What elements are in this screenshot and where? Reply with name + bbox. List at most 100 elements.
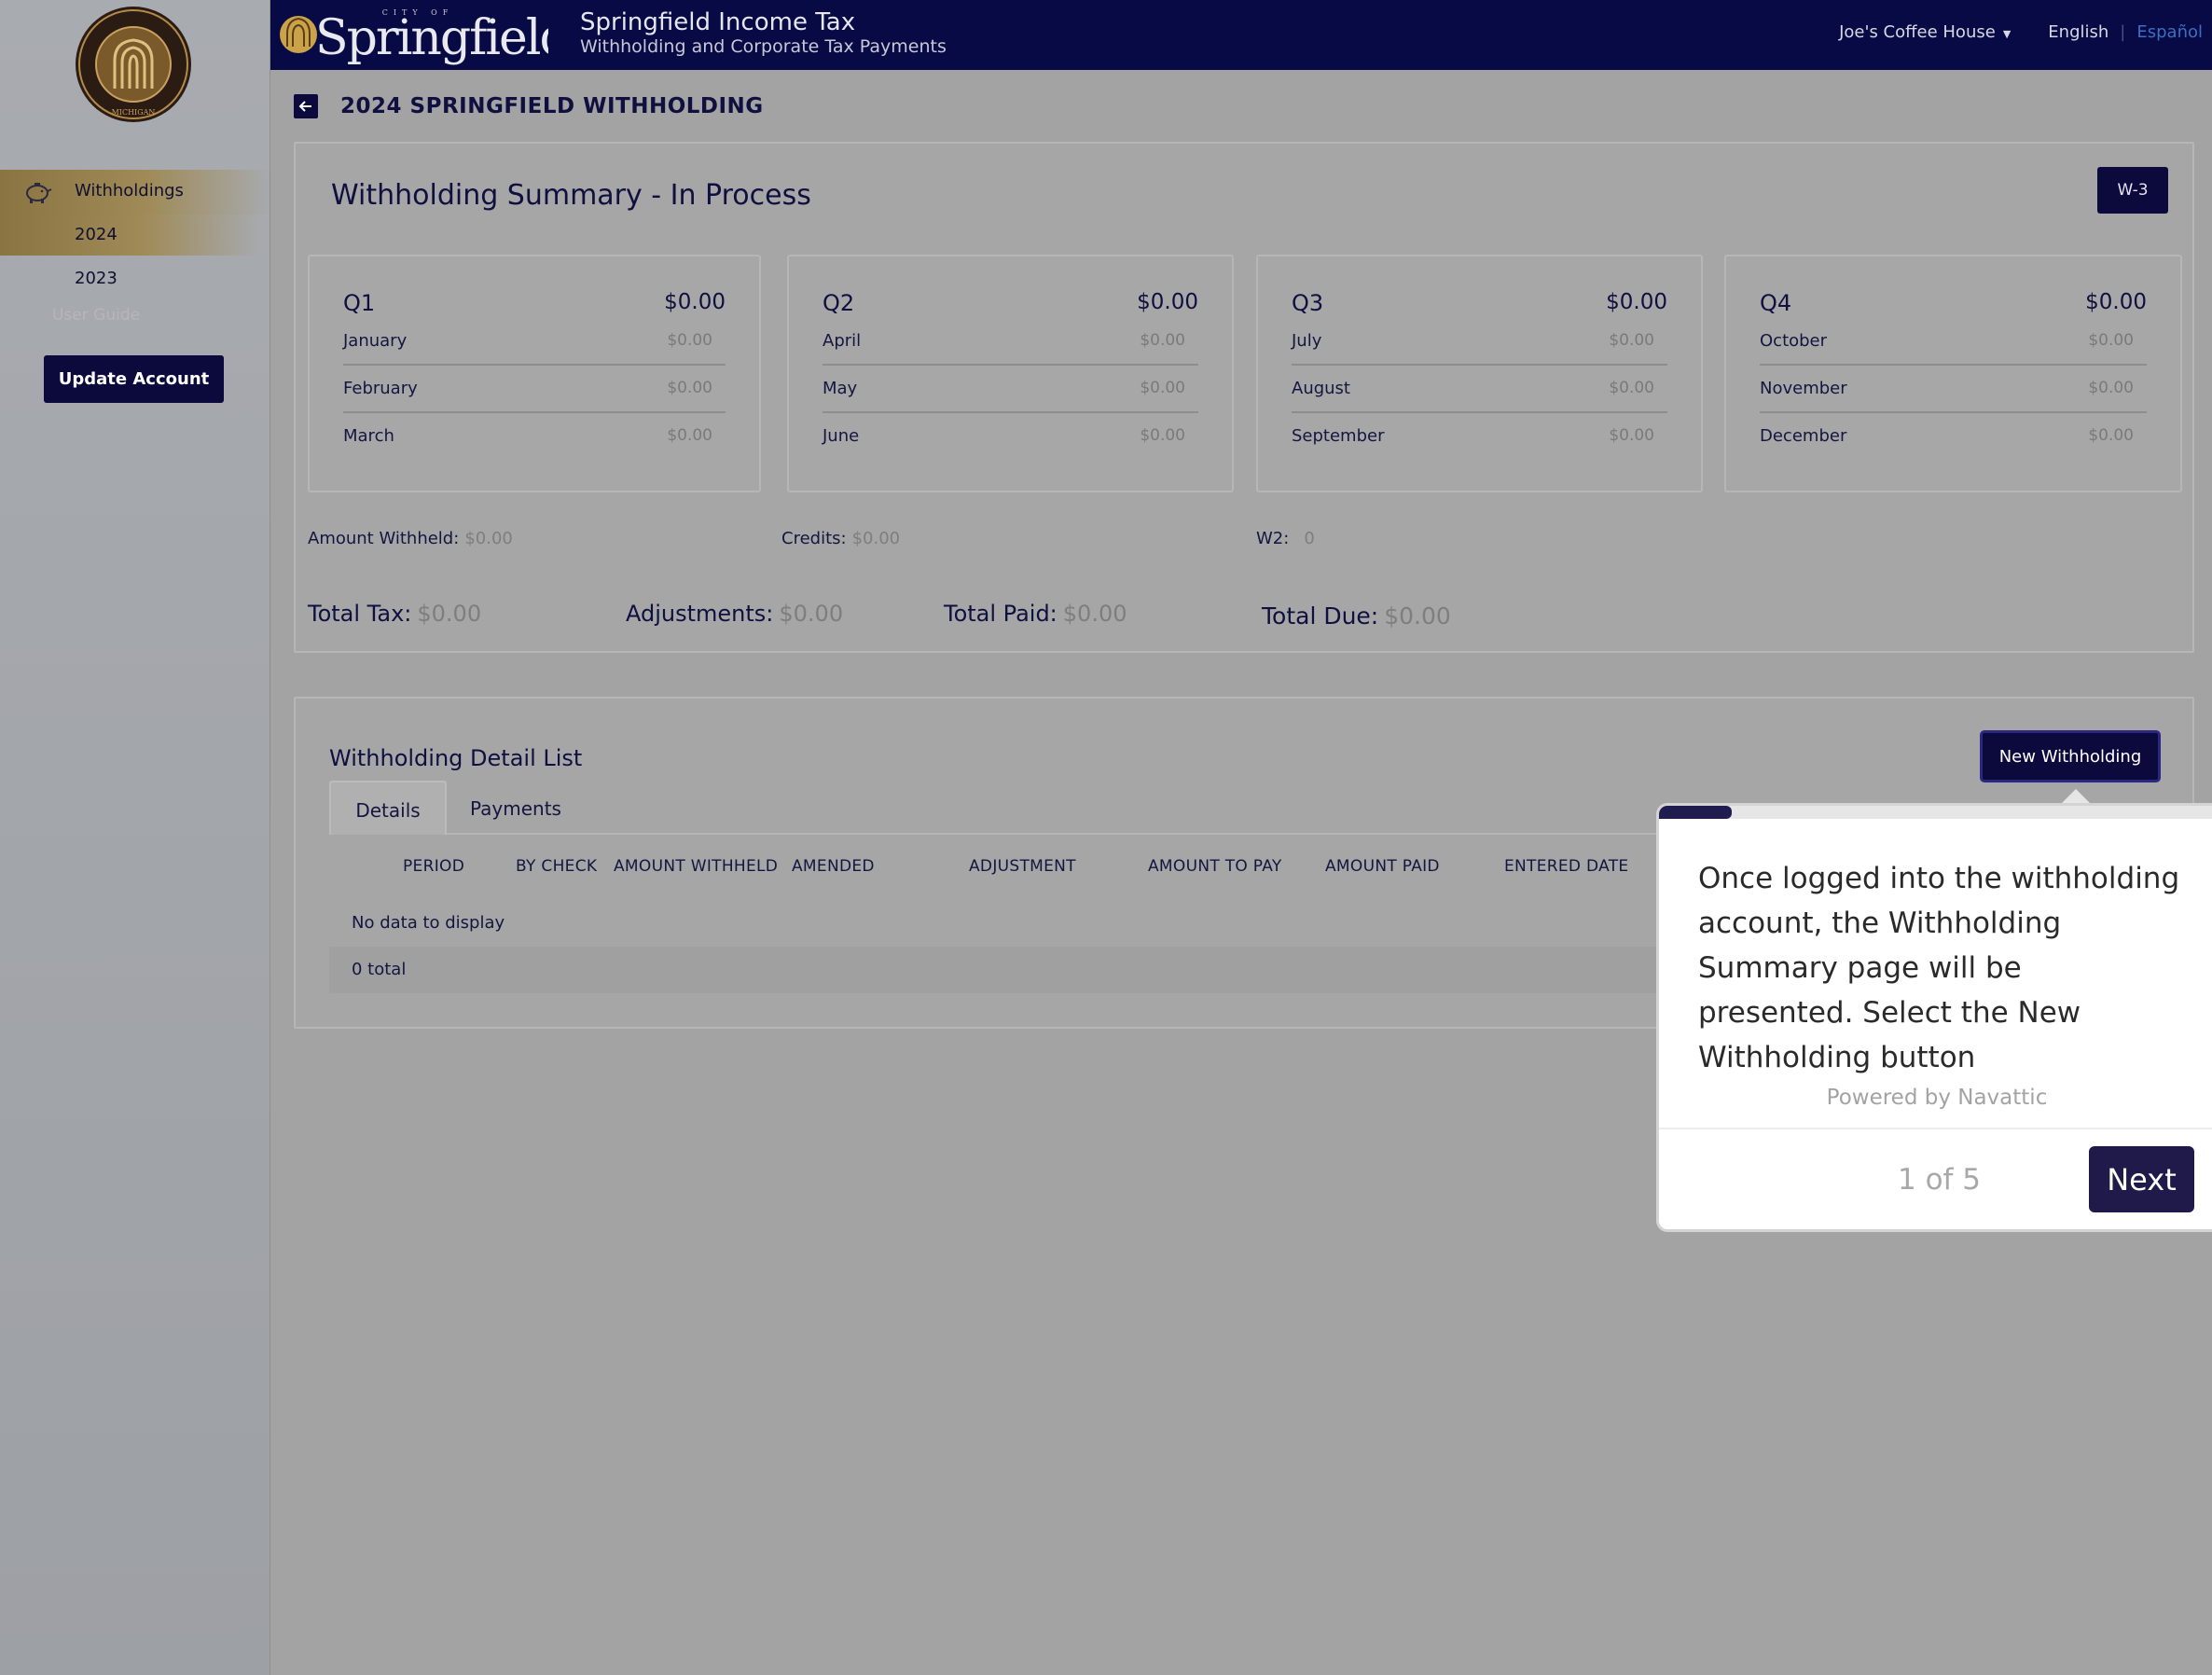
quarter-total: $0.00 — [1137, 290, 1198, 314]
seal-state-text: MICHIGAN — [112, 108, 156, 117]
quarter-name: Q3 — [1292, 290, 1324, 316]
credits-stat: Credits: $0.00 — [781, 529, 900, 548]
app-title: Springfield Income Tax — [580, 8, 856, 36]
month-name: March — [343, 426, 394, 446]
language-separator: | — [2120, 22, 2126, 42]
stat-label: Credits: — [781, 529, 847, 548]
month-value: $0.00 — [667, 379, 712, 397]
tab-payments[interactable]: Payments — [450, 781, 581, 835]
tab-details[interactable]: Details — [329, 781, 447, 835]
sidebar-item-withholdings[interactable]: Withholdings — [0, 170, 270, 215]
new-withholding-button[interactable]: New Withholding — [1980, 730, 2161, 782]
tour-popover: Once logged into the withholding account… — [1656, 803, 2212, 1232]
sidebar-item-label: Withholdings — [75, 181, 184, 201]
stat-label: W2: — [1256, 529, 1290, 548]
quarter-card-q1: Q1 $0.00 January $0.00 February $0.00 Marc… — [308, 255, 761, 492]
month-row: May $0.00 — [823, 366, 1198, 413]
sidebar-item-label: 2024 — [75, 225, 118, 244]
month-row: July $0.00 — [1292, 318, 1667, 366]
table-total-count: 0 total — [352, 960, 407, 979]
month-value: $0.00 — [1140, 331, 1185, 350]
powered-by-navattic[interactable]: Powered by Navattic — [1659, 1086, 2212, 1110]
update-account-button[interactable]: Update Account — [44, 355, 224, 403]
detail-list-title: Withholding Detail List — [329, 745, 583, 771]
column-header-amount-withheld[interactable]: AMOUNT WITHHELD — [614, 857, 778, 876]
total-label: Adjustments: — [626, 601, 774, 627]
withholding-summary-card: Withholding Summary - In Process W-3 Q1 … — [294, 142, 2194, 653]
month-row: August $0.00 — [1292, 366, 1667, 413]
w2-stat: W2: 0 — [1256, 529, 1315, 548]
caret-down-icon: ▼ — [2002, 28, 2012, 40]
month-value: $0.00 — [667, 426, 712, 445]
column-header-entered-date[interactable]: ENTERED DATE — [1504, 857, 1628, 876]
column-header-by-check[interactable]: BY CHECK — [516, 857, 597, 876]
month-name: October — [1760, 331, 1828, 351]
total-label: Total Tax: — [308, 601, 412, 627]
month-value: $0.00 — [1609, 331, 1654, 350]
tour-step-counter: 1 of 5 — [1898, 1163, 1982, 1197]
month-row: March $0.00 — [343, 413, 726, 461]
sidebar-item-user-guide[interactable]: User Guide — [52, 306, 140, 325]
w3-button[interactable]: W-3 — [2097, 167, 2168, 214]
total-value: $0.00 — [1384, 602, 1451, 630]
month-row: April $0.00 — [823, 318, 1198, 366]
month-value: $0.00 — [2088, 331, 2134, 350]
stat-label: Amount Withheld: — [308, 529, 460, 548]
month-name: December — [1760, 426, 1847, 446]
language-spanish-link[interactable]: Español — [2136, 22, 2203, 42]
month-row: November $0.00 — [1760, 366, 2147, 413]
popover-arrow — [2061, 789, 2091, 804]
month-value: $0.00 — [2088, 379, 2134, 397]
quarter-card-q4: Q4 $0.00 October $0.00 November $0.00 Dece… — [1724, 255, 2182, 492]
logo-text: Springfield — [315, 10, 548, 65]
month-name: April — [823, 331, 862, 351]
column-header-amount-to-pay[interactable]: AMOUNT TO PAY — [1148, 857, 1282, 876]
stat-value: $0.00 — [464, 529, 513, 548]
month-value: $0.00 — [1609, 426, 1654, 445]
quarter-card-q3: Q3 $0.00 July $0.00 August $0.00 September… — [1256, 255, 1703, 492]
springfield-logo: CITY OF Springfield — [280, 8, 548, 65]
quarter-total: $0.00 — [1606, 290, 1667, 314]
month-row: June $0.00 — [823, 413, 1198, 461]
back-button[interactable] — [294, 94, 318, 118]
column-header-amount-paid[interactable]: AMOUNT PAID — [1325, 857, 1440, 876]
month-name: August — [1292, 379, 1350, 398]
month-row: December $0.00 — [1760, 413, 2147, 461]
arrow-left-icon — [298, 101, 311, 112]
page-title: 2024 SPRINGFIELD WITHHOLDING — [340, 94, 764, 118]
sidebar: MICHIGAN Withholdings 2024 2023 User Gui… — [0, 0, 270, 1675]
month-name: July — [1292, 331, 1322, 351]
total-label: Total Paid: — [944, 601, 1058, 627]
month-name: November — [1760, 379, 1847, 398]
amount-withheld-stat: Amount Withheld: $0.00 — [308, 529, 513, 548]
adjustments-total: Adjustments: $0.00 — [626, 601, 843, 627]
month-row: February $0.00 — [343, 366, 726, 413]
total-paid: Total Paid: $0.00 — [944, 601, 1127, 627]
summary-title: Withholding Summary - In Process — [331, 179, 811, 212]
tour-next-button[interactable]: Next — [2089, 1146, 2194, 1212]
sidebar-item-2024[interactable]: 2024 — [0, 215, 261, 256]
month-value: $0.00 — [667, 331, 712, 350]
month-name: January — [343, 331, 408, 351]
month-value: $0.00 — [1609, 379, 1654, 397]
month-name: May — [823, 379, 858, 398]
account-dropdown[interactable]: Joe's Coffee House ▼ — [1839, 22, 2011, 42]
month-row: October $0.00 — [1760, 318, 2147, 366]
tour-step-text: Once logged into the withholding account… — [1698, 862, 2180, 1074]
quarter-name: Q4 — [1760, 290, 1792, 316]
month-name: June — [823, 426, 860, 446]
sidebar-item-label: 2023 — [75, 269, 118, 288]
city-seal-logo: MICHIGAN — [76, 7, 191, 122]
quarter-total: $0.00 — [2085, 290, 2147, 314]
stat-value: 0 — [1304, 529, 1315, 548]
total-tax: Total Tax: $0.00 — [308, 601, 481, 627]
language-english-link[interactable]: English — [2048, 22, 2108, 42]
column-header-period[interactable]: PERIOD — [403, 857, 464, 876]
month-row: September $0.00 — [1292, 413, 1667, 461]
column-header-adjustment[interactable]: ADJUSTMENT — [969, 857, 1076, 876]
month-value: $0.00 — [2088, 426, 2134, 445]
popover-divider — [1659, 1128, 2212, 1129]
total-label: Total Due: — [1262, 602, 1379, 630]
quarter-card-q2: Q2 $0.00 April $0.00 May $0.00 June $0.00 — [787, 255, 1234, 492]
column-header-amended[interactable]: AMENDED — [792, 857, 875, 876]
